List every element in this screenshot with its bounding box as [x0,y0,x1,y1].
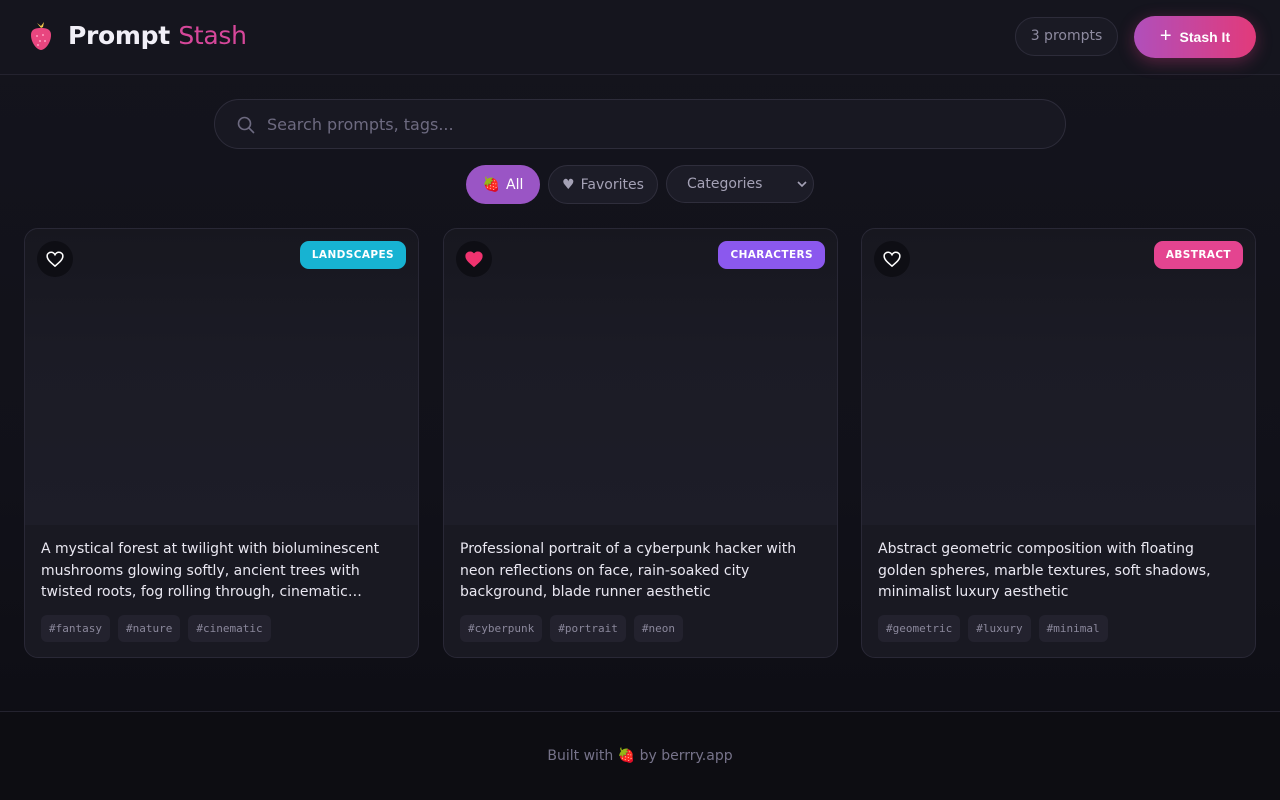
footer-credit: Built with 🍓 by berrry.app [0,748,1280,764]
tag-list: #fantasy #nature #cinematic [41,615,271,642]
tag[interactable]: #cyberpunk [460,615,543,642]
tag[interactable]: #fantasy [41,615,110,642]
app-root: Prompt Stash 3 prompts + Stash It 🍓 All … [0,0,1280,800]
categories-select[interactable]: Categories [666,165,814,203]
filter-all-label: All [506,176,524,193]
brand-word-prompt: Prompt [68,21,170,50]
brand-word-stash: Stash [178,21,247,50]
brand-title: Prompt Stash [68,21,247,50]
heart-outline-icon [883,251,901,267]
card-image-placeholder [862,229,1255,525]
strawberry-icon: 🍓 [617,748,636,764]
prompt-card[interactable]: ABSTRACT Abstract geometric composition … [861,228,1256,658]
chevron-down-icon [797,181,807,188]
filter-favorites-label: Favorites [580,176,644,193]
heart-filled-icon [465,251,483,267]
tag[interactable]: #nature [117,615,181,642]
tag[interactable]: #luxury [968,615,1031,642]
search-icon [237,116,255,134]
strawberry-icon: 🍓 [482,176,501,193]
favorite-toggle[interactable] [874,241,910,277]
filter-all-button[interactable]: 🍓 All [466,165,540,204]
prompt-description: Professional portrait of a cyberpunk hac… [460,541,797,600]
tag[interactable]: #cinematic [188,615,271,642]
filter-favorites-button[interactable]: ♥ Favorites [548,165,658,204]
plus-icon: + [1159,25,1172,47]
tag[interactable]: #portrait [550,615,626,642]
tag[interactable]: #neon [633,615,683,642]
favorite-toggle[interactable] [37,241,73,277]
tag[interactable]: #minimal [1038,615,1108,642]
heart-icon: ♥ [562,176,575,193]
search-bar [214,99,1066,149]
category-badge: LANDSCAPES [299,241,406,269]
tag[interactable]: #geometric [878,615,961,642]
categories-select-value: Categories [687,176,763,192]
heart-outline-icon [46,251,64,267]
prompt-description: A mystical forest at twilight with biolu… [41,541,380,600]
search-input[interactable] [267,100,1047,148]
card-image-placeholder [444,229,837,525]
category-badge: CHARACTERS [718,241,825,269]
prompt-count-badge: 3 prompts [1015,17,1118,56]
footer: Built with 🍓 by berrry.app [0,711,1280,800]
prompt-description: Abstract geometric composition with floa… [878,541,1211,600]
strawberry-icon [31,22,51,50]
header: Prompt Stash 3 prompts + Stash It [0,0,1280,75]
footer-link[interactable]: by berrry.app [640,748,733,764]
prompt-card[interactable]: LANDSCAPES A mystical forest at twilight… [24,228,419,658]
footer-prefix: Built with [547,748,614,764]
prompt-card[interactable]: CHARACTERS Professional portrait of a cy… [443,228,838,658]
favorite-toggle[interactable] [456,241,492,277]
stash-it-label: Stash It [1179,29,1231,45]
card-image-placeholder [25,229,418,525]
category-badge: ABSTRACT [1153,241,1243,269]
tag-list: #cyberpunk #portrait #neon [460,615,683,642]
tag-list: #geometric #luxury #minimal [878,615,1108,642]
stash-it-button[interactable]: + Stash It [1134,16,1256,58]
